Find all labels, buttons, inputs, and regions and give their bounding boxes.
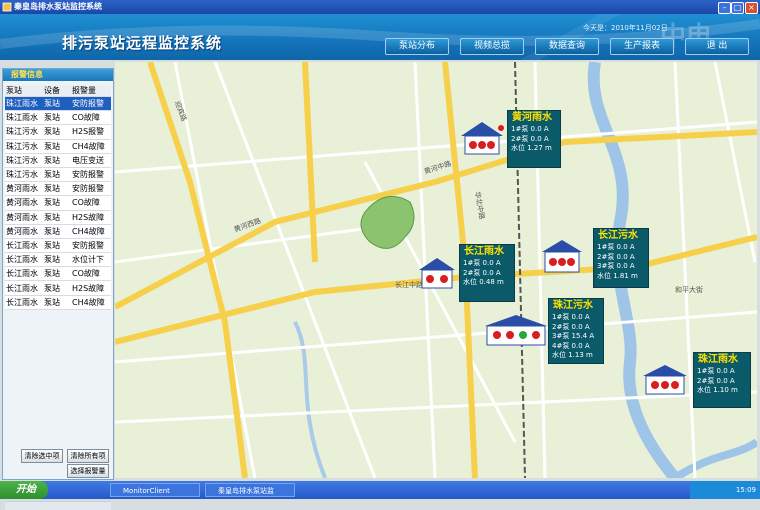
task-monitor-client[interactable]: MonitorClient <box>110 483 200 497</box>
alarm-table-header: 泵站 设备 报警量 <box>5 85 111 97</box>
pump-house-huanghe[interactable] <box>459 120 505 156</box>
task-pump-monitor[interactable]: 秦皇岛排水泵站监 <box>205 483 295 497</box>
table-row[interactable]: 珠江污水 泵站 H2S报警 <box>5 124 111 140</box>
clear-selected-button[interactable]: 清除选中项 <box>21 449 63 463</box>
pump-house-zhujiang-sewage[interactable] <box>483 314 549 346</box>
station-name: 长江污水 <box>598 230 638 241</box>
nav-video-overview[interactable]: 视频总揽 <box>460 38 524 55</box>
station-panel-zhujiang-rain[interactable]: 珠江雨水 1#泵 0.0 A 2#泵 0.0 A 水位 1.10 m <box>693 352 751 408</box>
station-panel-changjiang-rain[interactable]: 长江雨水 1#泵 0.0 A 2#泵 0.0 A 水位 0.48 m <box>459 244 515 302</box>
select-alarm-button[interactable]: 选择报警量 <box>67 464 109 478</box>
table-row[interactable]: 长江雨水 泵站 安防报警 <box>5 238 111 254</box>
table-row[interactable]: 黄河雨水 泵站 CO故障 <box>5 195 111 211</box>
pump-house-changjiang-rain[interactable] <box>417 256 457 290</box>
road-label-huanghe: 黄河中路 <box>423 159 452 176</box>
station-panel-huanghe-rain[interactable]: 黄河雨水 1#泵 0.0 A 2#泵 0.0 A 水位 1.27 m <box>507 110 561 168</box>
horizontal-scrollbar[interactable] <box>5 501 111 510</box>
table-row[interactable]: 珠江污水 泵站 电压变送 <box>5 153 111 168</box>
table-row[interactable]: 长江雨水 泵站 CO故障 <box>5 266 111 282</box>
road-label-heping: 和平大街 <box>675 285 703 294</box>
start-button[interactable]: 开始 <box>0 481 48 499</box>
nav-data-query[interactable]: 数据查询 <box>535 38 599 55</box>
column-station[interactable]: 泵站 <box>5 85 43 97</box>
nav-station-distribution[interactable]: 泵站分布 <box>385 38 449 55</box>
system-tray-clock: 15:09 <box>690 481 760 499</box>
table-row[interactable]: 长江雨水 泵站 水位计下 <box>5 252 111 268</box>
station-panel-changjiang-sewage[interactable]: 长江污水 1#泵 0.0 A 2#泵 0.0 A 3#泵 0.0 A 水位 1.… <box>593 228 649 288</box>
window-title: 秦皇岛排水泵站监控系统 <box>14 2 102 11</box>
table-row[interactable]: 珠江污水 泵站 安防报警 <box>5 167 111 183</box>
minimize-button[interactable]: – <box>718 2 731 14</box>
road-label-yingbin: 迎宾路 <box>173 100 189 123</box>
app-header: 中电 今天是：2010年11月02日 排污泵站远程监控系统 泵站分布 视频总揽 … <box>0 14 760 60</box>
system-title: 排污泵站远程监控系统 <box>62 34 223 52</box>
station-name: 黄河雨水 <box>512 112 552 123</box>
river-branch <box>672 438 757 478</box>
station-map[interactable]: 黄河中路 和平大街 长江中路 黄河西路 华北中路 迎宾路 黄河雨水 1#泵 0.… <box>115 62 757 478</box>
table-row[interactable]: 珠江雨水 泵站 CO故障 <box>5 110 111 126</box>
clear-all-button[interactable]: 清除所有项 <box>67 449 109 463</box>
current-date: 今天是：2010年11月02日 <box>583 24 668 32</box>
nav-production-report[interactable]: 生产报表 <box>610 38 674 55</box>
table-row[interactable]: 黄河雨水 泵站 CH4故障 <box>5 224 111 239</box>
pump-house-changjiang-sewage[interactable] <box>540 238 584 274</box>
alarm-table: 泵站 设备 报警量 珠江雨水 泵站 安防报警 珠江雨水 泵站 CO故障 珠江污水 泵站 H2… <box>5 85 111 310</box>
table-row[interactable]: 黄河雨水 泵站 H2S故障 <box>5 210 111 225</box>
alarm-panel-title: 报警信息 <box>3 69 113 81</box>
app-icon <box>2 2 12 12</box>
windows-taskbar: 开始 MonitorClient 秦皇岛排水泵站监 15:09 <box>0 481 760 499</box>
station-name: 珠江污水 <box>553 300 593 311</box>
table-row[interactable]: 长江雨水 泵站 CH4故障 <box>5 295 111 310</box>
road-label-huabei: 华北中路 <box>473 191 487 220</box>
table-row[interactable]: 黄河雨水 泵站 安防报警 <box>5 181 111 197</box>
table-row[interactable]: 珠江雨水 泵站 安防报警 <box>5 96 111 112</box>
station-name: 珠江雨水 <box>698 354 738 365</box>
column-device[interactable]: 设备 <box>43 85 71 97</box>
pump-house-zhujiang-rain[interactable] <box>641 364 689 396</box>
station-name: 长江雨水 <box>464 246 504 257</box>
maximize-button[interactable]: □ <box>731 2 744 14</box>
nav-exit[interactable]: 退 出 <box>685 38 749 55</box>
table-row[interactable]: 长江雨水 泵站 H2S故障 <box>5 280 111 296</box>
column-alarm[interactable]: 报警量 <box>71 85 111 97</box>
station-panel-zhujiang-sewage[interactable]: 珠江污水 1#泵 0.0 A 2#泵 0.0 A 3#泵 15.4 A 4#泵 … <box>548 298 604 364</box>
window-titlebar: 秦皇岛排水泵站监控系统 – □ × <box>0 0 760 14</box>
alarm-panel: 报警信息 泵站 设备 报警量 珠江雨水 泵站 安防报警 珠江雨水 泵站 CO故障 珠江污… <box>2 68 114 510</box>
table-row[interactable]: 珠江污水 泵站 CH4故障 <box>5 139 111 154</box>
close-button[interactable]: × <box>745 2 758 14</box>
